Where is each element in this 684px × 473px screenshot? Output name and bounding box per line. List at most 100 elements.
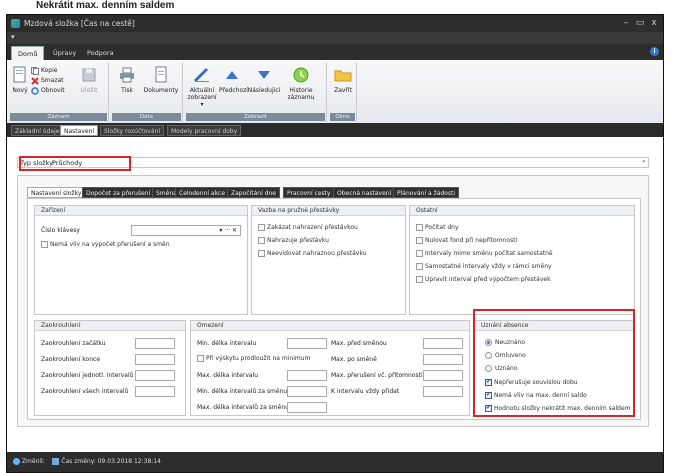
- section-vazba-title: Vazba na pružné přestávky: [252, 206, 405, 216]
- checkbox-box[interactable]: [416, 276, 423, 283]
- rounding-single-input[interactable]: [135, 370, 175, 381]
- tab-podpora[interactable]: Podpora: [81, 46, 120, 60]
- tab-dopocet[interactable]: Dopočet za přerušení: [82, 187, 155, 198]
- tab-planovani[interactable]: Plánování a žádosti: [393, 187, 460, 198]
- section-omezeni-title: Omezení: [191, 321, 469, 331]
- tab-celodenni-akce[interactable]: Celodenní akce: [175, 187, 230, 198]
- next-button[interactable]: Následující: [247, 66, 281, 94]
- checkbox-box[interactable]: [416, 237, 423, 244]
- ribbon-group-zobrazit: Aktuální zobrazení ▾ Předchozí Následujíc…: [185, 62, 327, 122]
- delete-button[interactable]: Smazat: [31, 76, 64, 85]
- rounding-start-input[interactable]: [135, 338, 175, 349]
- previous-button[interactable]: Předchozí: [219, 66, 248, 94]
- history-button[interactable]: Historie záznamu: [283, 66, 319, 101]
- top-heading-fragment: Nekrátit max. denním saldem: [0, 0, 684, 14]
- checkbox-nulovat-fond[interactable]: Nulovat fond při nepřítomnosti: [416, 237, 517, 244]
- tab-zapocitani-dne[interactable]: Započítání dne: [227, 187, 280, 198]
- quick-access-dropdown-icon[interactable]: ▾: [11, 33, 15, 41]
- checkbox-box[interactable]: [258, 224, 265, 231]
- maximize-button[interactable]: ▭: [633, 15, 647, 32]
- checkbox-upravit[interactable]: Upravit interval před výpočtem přestávek: [416, 276, 551, 283]
- checkbox-box[interactable]: [41, 241, 48, 248]
- minimize-button[interactable]: –: [619, 15, 633, 32]
- key-number-label: Číslo klávesy: [41, 227, 80, 234]
- min-intervals-shift-input[interactable]: [287, 386, 327, 397]
- tab-obecna-nastaveni[interactable]: Obecná nastavení: [333, 187, 396, 198]
- close-button[interactable]: x: [647, 15, 661, 32]
- save-label: Uložit: [80, 87, 98, 94]
- current-view-button[interactable]: Aktuální zobrazení ▾: [187, 66, 217, 108]
- rounding-single-label: Zaokrouhlení jednotl. intervalů: [41, 372, 134, 379]
- checkbox-prodlouzit-label: Při výskytu prodloužit na minimum: [206, 355, 311, 362]
- app-icon: [11, 19, 20, 28]
- rounding-all-input[interactable]: [135, 386, 175, 397]
- min-intervals-shift-label: Min. délka intervalů za směnu: [197, 388, 288, 395]
- delete-label: Smazat: [41, 77, 64, 84]
- tab-nastaveni-slozky[interactable]: Nastavení složky: [27, 187, 86, 198]
- max-interval-input[interactable]: [287, 370, 327, 381]
- always-add-input[interactable]: [423, 386, 463, 397]
- status-bar: Změnil: Čas změny: 09.03.2018 12:38:14: [7, 452, 663, 472]
- checkbox-box[interactable]: [258, 237, 265, 244]
- save-button[interactable]: Uložit: [77, 66, 101, 94]
- content-bottom: [7, 437, 663, 452]
- tab-zakladni-udaje[interactable]: Základní údaje: [11, 125, 64, 136]
- tab-slozky-rozuctovani[interactable]: Složky rozúčtování: [100, 125, 164, 136]
- checkbox-box[interactable]: [258, 250, 265, 257]
- documents-label: Dokumenty: [143, 87, 179, 94]
- checkbox-box[interactable]: [416, 250, 423, 257]
- checkbox-box[interactable]: [416, 224, 423, 231]
- checkbox-no-effect[interactable]: Nemá vliv na výpočet přerušení a směn: [41, 241, 170, 248]
- close-window-label: Zavřít: [334, 87, 352, 94]
- arrow-down-icon: [258, 71, 270, 79]
- section-ostatni: Ostatní Počítat dny Nulovat fond při nep…: [409, 205, 635, 315]
- checkbox-nahrazuje-label: Nahrazuje přestávku: [267, 237, 329, 244]
- max-break-input[interactable]: [423, 370, 463, 381]
- new-button[interactable]: Nový: [10, 66, 30, 94]
- current-view-label2: zobrazení ▾: [187, 94, 217, 108]
- section-zarizeni-title: Zařízení: [35, 206, 247, 216]
- max-after-shift-input[interactable]: [423, 354, 463, 365]
- history-label2: záznamu: [287, 94, 315, 101]
- rounding-end-input[interactable]: [135, 354, 175, 365]
- copy-button[interactable]: Kopie: [31, 66, 57, 75]
- highlight-uznani-absence: [473, 309, 635, 417]
- user-icon: [13, 458, 20, 465]
- key-number-controls[interactable]: ▾ ··· ✕: [219, 227, 237, 234]
- max-intervals-shift-input[interactable]: [287, 402, 327, 413]
- checkbox-prodlouzit[interactable]: Při výskytu prodloužit na minimum: [197, 355, 310, 362]
- checkbox-samostatne-label: Samostatné intervaly vždy v rámci směny: [425, 263, 552, 270]
- checkbox-intervaly-mimo[interactable]: Intervaly mimo směnu počítat samostatně: [416, 250, 553, 257]
- tab-upravy[interactable]: Úpravy: [47, 46, 82, 60]
- checkbox-pocitat-dny[interactable]: Počítat dny: [416, 224, 459, 231]
- tab-pracovni-cesty[interactable]: Pracovní cesty: [283, 187, 335, 198]
- max-before-shift-input[interactable]: [423, 338, 463, 349]
- ribbon-tab-bar: Domů Úpravy Podpora i: [7, 44, 663, 60]
- min-interval-input[interactable]: [287, 338, 327, 349]
- checkbox-neevidovat[interactable]: Neevidovat nahraznou přestávku: [258, 250, 366, 257]
- tab-modely-pracovni-doby[interactable]: Modely pracovní doby: [167, 125, 242, 136]
- checkbox-intervaly-mimo-label: Intervaly mimo směnu počítat samostatně: [425, 250, 553, 257]
- checkbox-samostatne[interactable]: Samostatné intervaly vždy v rámci směny: [416, 263, 552, 270]
- checkbox-box[interactable]: [197, 355, 204, 362]
- page-tab-bar: Základní údaje Nastavení Složky rozúčtov…: [7, 123, 663, 137]
- close-window-button[interactable]: Zavřít: [331, 66, 355, 94]
- key-number-input[interactable]: ▾ ··· ✕: [131, 225, 241, 236]
- ribbon-group-label-zaznam: Záznam: [10, 113, 107, 121]
- checkbox-nahrazuje[interactable]: Nahrazuje přestávku: [258, 237, 329, 244]
- refresh-button[interactable]: Obnovit: [31, 86, 65, 95]
- history-clock-icon: [293, 67, 309, 83]
- refresh-label: Obnovit: [41, 87, 65, 94]
- checkbox-upravit-label: Upravit interval před výpočtem přestávek: [425, 276, 551, 283]
- help-icon[interactable]: i: [650, 47, 659, 56]
- tab-domu[interactable]: Domů: [11, 46, 45, 60]
- tab-nastaveni[interactable]: Nastavení: [60, 125, 99, 136]
- documents-button[interactable]: Dokumenty: [143, 66, 179, 94]
- max-before-shift-label: Max. před směnou: [331, 340, 387, 347]
- copy-icon: [31, 67, 39, 75]
- print-button[interactable]: Tisk: [115, 66, 139, 94]
- checkbox-box[interactable]: [416, 263, 423, 270]
- type-dropdown-icon[interactable]: ▾: [642, 159, 645, 165]
- rounding-start-label: Zaokrouhlení začátku: [41, 340, 106, 347]
- checkbox-zakazat[interactable]: Zakázat nahrazení přestávkou: [258, 224, 358, 231]
